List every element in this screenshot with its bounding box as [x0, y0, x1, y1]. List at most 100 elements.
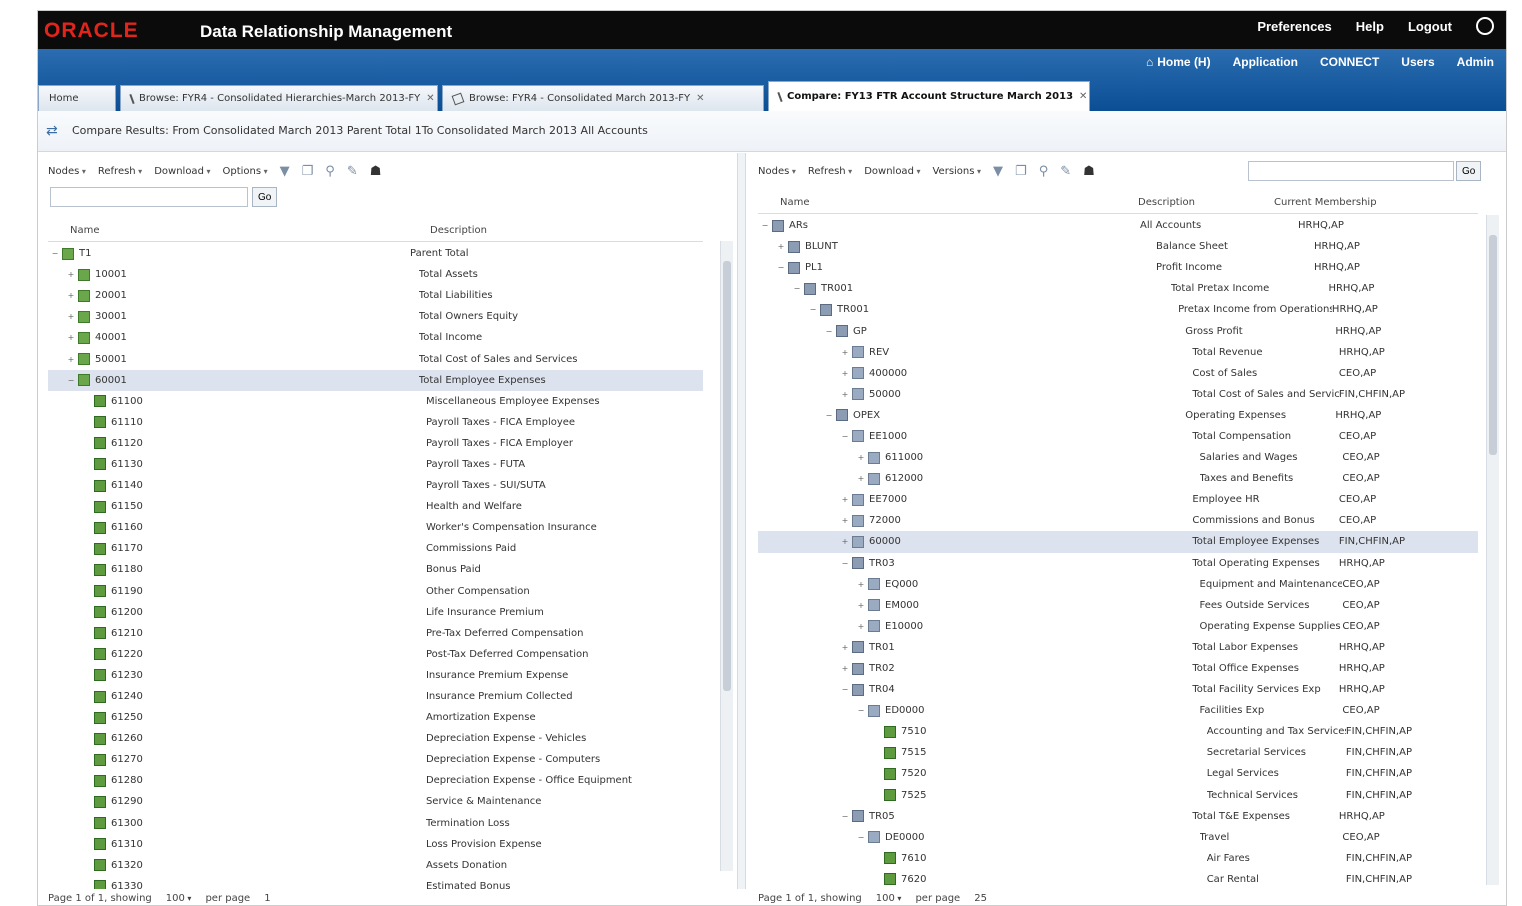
expand-icon[interactable]: + — [66, 355, 76, 364]
vertical-scrollbar[interactable] — [1486, 215, 1499, 885]
versions-menu[interactable]: Versions — [932, 166, 981, 177]
tree-row[interactable]: − TR04 Total Facility Services Exp HRHQ,AP — [758, 679, 1478, 700]
tree-row[interactable]: 61150 Health and Welfare — [48, 496, 703, 517]
find-icon[interactable]: ⚲ — [1039, 164, 1049, 179]
expand-icon[interactable]: + — [66, 291, 76, 300]
expand-icon[interactable]: + — [840, 643, 850, 652]
close-icon[interactable]: ✕ — [1079, 91, 1087, 102]
tree-row[interactable]: 61270 Depreciation Expense - Computers — [48, 749, 703, 770]
nav-admin[interactable]: Admin — [1457, 55, 1494, 69]
collapse-icon[interactable]: − — [776, 263, 786, 272]
copy-icon[interactable]: ❐ — [1015, 164, 1027, 179]
tree-row[interactable]: + TR01 Total Labor Expenses HRHQ,AP — [758, 637, 1478, 658]
expand-icon[interactable]: + — [66, 333, 76, 342]
tree-row[interactable]: +400000 Cost of Sales CEO,AP — [758, 363, 1478, 384]
collapse-icon[interactable]: − — [66, 376, 76, 385]
tree-row[interactable]: 61280 Depreciation Expense - Office Equip… — [48, 770, 703, 791]
tree-row[interactable]: 61230 Insurance Premium Expense — [48, 665, 703, 686]
column-description[interactable]: Description — [1138, 197, 1274, 213]
download-menu[interactable]: Download — [864, 166, 920, 177]
tree-row[interactable]: − OPEX Operating Expenses HRHQ,AP — [758, 405, 1478, 426]
search-button[interactable]: Go — [1456, 161, 1482, 181]
tree-row[interactable]: 61320 Assets Donation — [48, 855, 703, 876]
help-link[interactable]: Help — [1356, 19, 1384, 34]
expand-icon[interactable]: + — [840, 369, 850, 378]
tree-row[interactable]: − DE0000 Travel CEO,AP — [758, 827, 1478, 848]
collapse-icon[interactable]: − — [824, 411, 834, 420]
search-input[interactable] — [1248, 161, 1454, 181]
tree-row[interactable]: + E10000 Operating Expense Supplies CEO,AP — [758, 616, 1478, 637]
tab-home[interactable]: Home — [38, 85, 116, 111]
tree-row[interactable]: +60000 Total Employee Expenses FIN,CHFIN,A… — [758, 531, 1478, 553]
filter-icon[interactable]: ▼ — [280, 164, 290, 179]
expand-icon[interactable]: + — [66, 312, 76, 321]
collapse-icon[interactable]: − — [856, 706, 866, 715]
scrollbar-thumb[interactable] — [1489, 235, 1497, 455]
collapse-icon[interactable]: − — [760, 221, 770, 230]
tree-row[interactable]: − ED0000 Facilities Exp CEO,AP — [758, 700, 1478, 721]
nav-application[interactable]: Application — [1233, 55, 1298, 69]
pane-splitter[interactable] — [737, 153, 746, 889]
tree-row[interactable]: − 60001 Total Employee Expenses — [48, 369, 703, 391]
nav-home[interactable]: ⌂ Home (H) — [1146, 55, 1211, 69]
edit-icon[interactable]: ✎ — [347, 164, 358, 179]
tree-row[interactable]: +612000 Taxes and Benefits CEO,AP — [758, 468, 1478, 489]
tree-row[interactable]: 7525 Technical Services FIN,CHFIN,AP — [758, 785, 1478, 806]
collapse-icon[interactable]: − — [50, 249, 60, 258]
tree-row[interactable]: − TR03 Total Operating Expenses HRHQ,AP — [758, 553, 1478, 574]
collapse-icon[interactable]: − — [840, 559, 850, 568]
expand-icon[interactable]: + — [856, 580, 866, 589]
tree-row[interactable]: 61210 Pre-Tax Deferred Compensation — [48, 623, 703, 644]
tree-row[interactable]: + REV Total Revenue HRHQ,AP — [758, 342, 1478, 363]
tree-row[interactable]: +20001 Total Liabilities — [48, 285, 703, 306]
expand-icon[interactable]: + — [840, 495, 850, 504]
find-icon[interactable]: ⚲ — [325, 164, 335, 179]
expand-icon[interactable]: + — [66, 270, 76, 279]
tree-row[interactable]: 7520 Legal Services FIN,CHFIN,AP — [758, 763, 1478, 784]
page-number[interactable]: 1 — [264, 893, 270, 904]
tree-row[interactable]: 61330 Estimated Bonus — [48, 876, 703, 889]
tree-row[interactable]: 61160 Worker's Compensation Insurance — [48, 517, 703, 538]
close-icon[interactable]: ✕ — [426, 93, 434, 104]
collapse-icon[interactable]: − — [840, 685, 850, 694]
tree-row[interactable]: 61170 Commissions Paid — [48, 538, 703, 559]
refresh-menu[interactable]: Refresh — [808, 166, 852, 177]
tree-row[interactable]: 61310 Loss Provision Expense — [48, 834, 703, 855]
search-button[interactable]: Go — [252, 187, 278, 207]
tree-row[interactable]: 61140 Payroll Taxes - SUI/SUTA — [48, 475, 703, 496]
tree-row[interactable]: 61300 Termination Loss — [48, 813, 703, 834]
expand-icon[interactable]: + — [856, 622, 866, 631]
search-input[interactable] — [50, 187, 248, 207]
tree-row[interactable]: 61220 Post-Tax Deferred Compensation — [48, 644, 703, 665]
tree-row[interactable]: − PL1 Profit Income HRHQ,AP — [758, 257, 1478, 278]
tab-compare[interactable]: Compare: FY13 FTR Account Structure Marc… — [768, 81, 1090, 111]
home-node-icon[interactable]: ☗ — [1083, 164, 1095, 179]
scrollbar-thumb[interactable] — [723, 261, 731, 691]
refresh-menu[interactable]: Refresh — [98, 166, 142, 177]
nav-users[interactable]: Users — [1401, 55, 1434, 69]
tree-row[interactable]: − TR001 Pretax Income from Operations HRHQ,… — [758, 299, 1478, 320]
home-node-icon[interactable]: ☗ — [370, 164, 382, 179]
tree-row[interactable]: 7510 Accounting and Tax Services FIN,CHFIN… — [758, 721, 1478, 742]
tree-row[interactable]: − T1 Parent Total — [48, 243, 703, 264]
tree-row[interactable]: 61200 Life Insurance Premium — [48, 602, 703, 623]
expand-icon[interactable]: + — [840, 537, 850, 546]
tree-row[interactable]: 61260 Depreciation Expense - Vehicles — [48, 728, 703, 749]
tree-row[interactable]: − TR001 Total Pretax Income HRHQ,AP — [758, 278, 1478, 299]
nodes-menu[interactable]: Nodes — [758, 166, 796, 177]
tree-row[interactable]: 7610 Air Fares FIN,CHFIN,AP — [758, 848, 1478, 869]
expand-icon[interactable]: + — [856, 453, 866, 462]
collapse-icon[interactable]: − — [840, 812, 850, 821]
tree-row[interactable]: +611000 Salaries and Wages CEO,AP — [758, 447, 1478, 468]
tab-browse-1[interactable]: Browse: FYR4 - Consolidated Hierarchies-… — [120, 85, 438, 111]
tab-browse-2[interactable]: Browse: FYR4 - Consolidated March 2013-F… — [442, 85, 764, 111]
column-description[interactable]: Description — [408, 225, 487, 241]
tree-row[interactable]: 61240 Insurance Premium Collected — [48, 686, 703, 707]
column-name[interactable]: Name — [758, 197, 1138, 213]
collapse-icon[interactable]: − — [856, 833, 866, 842]
expand-icon[interactable]: + — [776, 242, 786, 251]
tree-row[interactable]: +40001 Total Income — [48, 327, 703, 348]
tree-row[interactable]: + EQ000 Equipment and Maintenance CEO,AP — [758, 574, 1478, 595]
tree-row[interactable]: + BLUNT Balance Sheet HRHQ,AP — [758, 236, 1478, 257]
expand-icon[interactable]: + — [840, 664, 850, 673]
